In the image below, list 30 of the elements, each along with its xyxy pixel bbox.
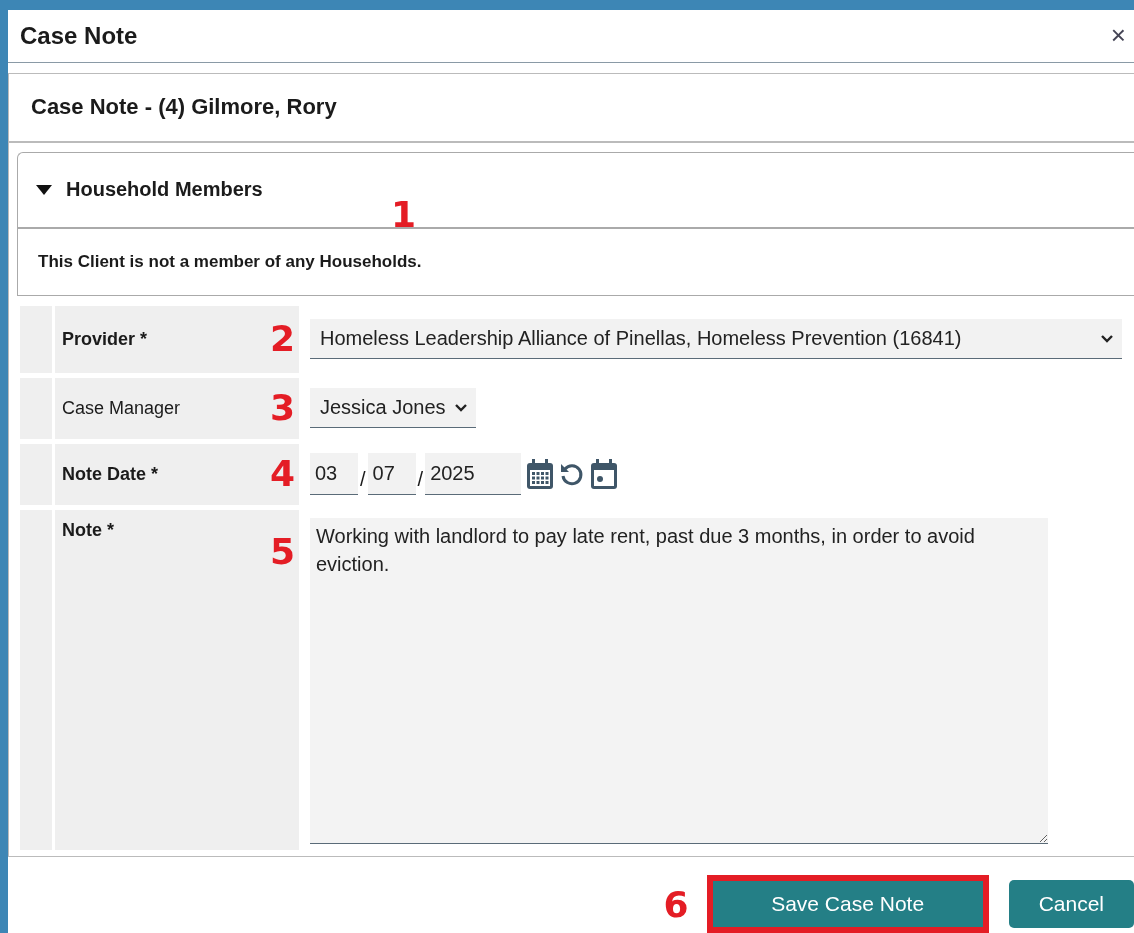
section-header[interactable]: Household Members — [18, 169, 267, 210]
chevron-down-icon — [453, 402, 468, 413]
day-field[interactable]: 07 — [367, 453, 416, 496]
annotation-number: 2 — [269, 321, 295, 358]
date-separator: / — [417, 467, 424, 491]
close-button[interactable]: × — [1106, 20, 1130, 52]
annotation-number: 1 — [391, 196, 417, 233]
year-field[interactable]: 2025 — [425, 453, 522, 496]
save-button[interactable]: Save Case Note — [706, 875, 989, 933]
page-title: Case Note - (4) Gilmore, Rory — [31, 94, 337, 121]
date-separator: / — [360, 467, 366, 491]
field-label: Provider * — [62, 328, 148, 350]
info-text: This Client is not a member of any Households. — [38, 251, 422, 272]
field-label: Case Manager — [62, 397, 181, 419]
month-field[interactable]: 03 — [310, 453, 358, 496]
select-field[interactable]: Jessica Jones — [310, 388, 476, 429]
annotation-number: 5 — [269, 533, 295, 570]
caret-down-icon — [36, 184, 52, 195]
calendar-today-icon[interactable] — [590, 458, 619, 491]
chevron-down-icon — [1100, 333, 1114, 344]
cancel-button[interactable]: Cancel — [1008, 880, 1134, 928]
note-field[interactable]: Working with landlord to pay late rent, past due 3 months, in order to avoid eviction. — [310, 517, 1048, 844]
field-label: Note Date * — [62, 463, 159, 485]
field-label: Note * — [62, 519, 114, 541]
annotation-number: 4 — [269, 456, 295, 493]
calendar-icon[interactable] — [526, 458, 555, 491]
annotation-number: 3 — [269, 390, 295, 427]
dialog-title: Case Note — [20, 21, 138, 50]
annotation-number: 6 — [663, 883, 689, 925]
select-field[interactable]: Homeless Leadership Alliance of Pinellas, Homeless Prevention (16841) — [310, 319, 1122, 360]
